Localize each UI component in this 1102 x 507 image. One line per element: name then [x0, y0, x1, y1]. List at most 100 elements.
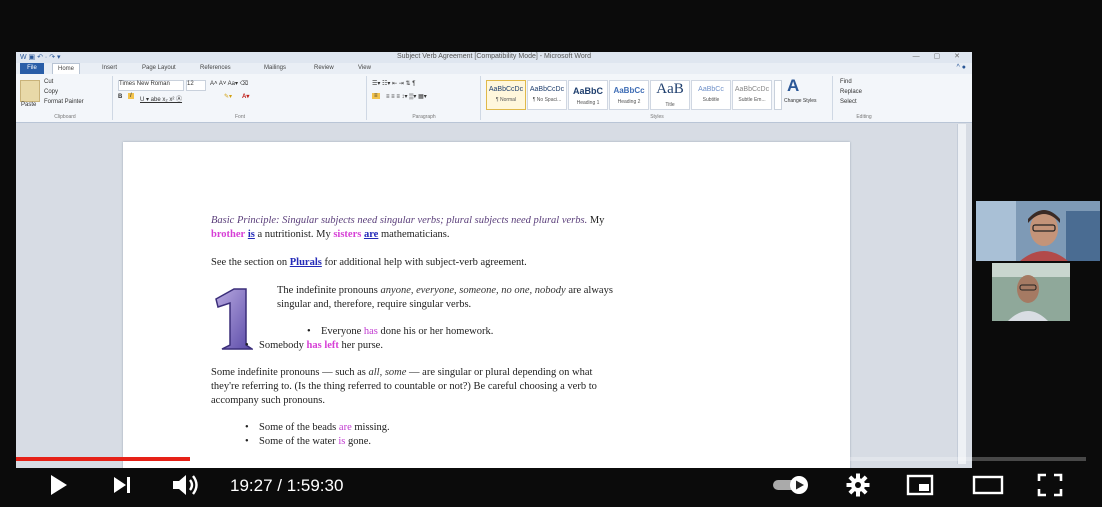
miniplayer-button[interactable] — [900, 470, 940, 500]
doc-text: — are singular or plural depending on wh… — [406, 367, 593, 378]
tab-view[interactable]: View — [358, 65, 371, 71]
underline-icon[interactable]: U ▾ abe x₂ x² Ⓐ — [140, 94, 182, 103]
autoplay-toggle[interactable] — [766, 470, 816, 500]
change-styles-button[interactable]: Change Styles — [784, 98, 817, 104]
style-no-spacing[interactable]: AaBbCcDc ¶ No Spaci... — [527, 80, 567, 110]
list-item: Some of the water is gone. — [245, 435, 371, 449]
doc-text: her purse. — [338, 340, 383, 351]
gear-icon — [846, 473, 870, 497]
tab-review[interactable]: Review — [314, 65, 334, 71]
highlight-icon[interactable]: ✎▾ — [224, 93, 232, 100]
find-button[interactable]: Find — [840, 79, 852, 85]
paragraph-group: ☰▾ ☷▾ ⇤ ⇥ ⇅ ¶ ≡ ≡ ≡ ≡ ↕▾ ▒▾ ▦▾ Paragraph — [368, 76, 481, 120]
settings-button[interactable] — [838, 470, 878, 500]
list-icons[interactable]: ☰▾ ☷▾ ⇤ ⇥ ⇅ ¶ — [372, 80, 415, 87]
cut-button[interactable]: Cut — [44, 79, 53, 85]
word-sisters: sisters — [333, 229, 362, 240]
format-painter-button[interactable]: Format Painter — [44, 99, 84, 105]
play-icon — [51, 475, 67, 495]
tab-insert[interactable]: Insert — [102, 65, 117, 71]
list-item: Somebody has left her purse. — [245, 339, 383, 353]
bold-icon[interactable]: B — [118, 94, 122, 100]
doc-text: for additional help with subject-verb ag… — [321, 257, 527, 268]
word-window: W ▣ ↶ · ↷ ▾ Subject Verb Agreement [Comp… — [16, 52, 972, 468]
paste-button[interactable]: Paste — [21, 102, 36, 108]
tab-home[interactable]: Home — [52, 63, 81, 74]
word-are: are — [363, 229, 379, 240]
tab-file[interactable]: File — [20, 63, 44, 74]
font-label: Font — [234, 114, 245, 120]
play-button[interactable] — [40, 470, 76, 500]
volume-button[interactable] — [166, 470, 206, 500]
ribbon: Paste Cut Copy Format Painter Clipboard … — [16, 74, 972, 123]
italic-icon[interactable]: I — [128, 93, 134, 99]
fullscreen-button[interactable] — [1030, 470, 1070, 500]
style-normal[interactable]: AaBbCcDc ¶ Normal — [486, 80, 526, 110]
copy-button[interactable]: Copy — [44, 89, 58, 95]
theater-mode-button[interactable] — [966, 470, 1010, 500]
word-titlebar: W ▣ ↶ · ↷ ▾ Subject Verb Agreement [Comp… — [16, 52, 972, 63]
style-heading-1[interactable]: AaBbC Heading 1 — [568, 80, 608, 110]
video-player[interactable]: W ▣ ↶ · ↷ ▾ Subject Verb Agreement [Comp… — [0, 0, 1102, 507]
indefinite-line-2: singular and, therefore, require singula… — [277, 299, 472, 310]
list-item: Some of the beads are missing. — [245, 421, 390, 435]
next-button[interactable] — [104, 470, 140, 500]
fullscreen-icon — [1037, 473, 1063, 497]
presenter-video — [976, 201, 1100, 261]
doc-text: Some of the water — [259, 436, 339, 447]
doc-text: gone. — [345, 436, 371, 447]
grow-shrink-icon[interactable]: A˄ A˅ Aa▾ ⌫ — [210, 80, 248, 87]
time-display: 19:27 / 1:59:30 — [230, 476, 344, 495]
vertical-scrollbar[interactable] — [957, 124, 966, 464]
some-pronouns-line-3: accompany such pronouns. — [211, 395, 326, 406]
align-left-icon[interactable]: ≡ — [372, 93, 380, 99]
styles-scroll[interactable] — [774, 80, 782, 110]
font-name-select[interactable]: Times New Roman — [118, 80, 184, 91]
style-title[interactable]: AaB Title — [650, 80, 690, 110]
tab-mailings[interactable]: Mailings — [264, 65, 286, 71]
doc-text: done his or her homework. — [377, 326, 494, 337]
help-icon[interactable]: ^ ● — [957, 64, 966, 71]
window-title: Subject Verb Agreement [Compatibility Mo… — [396, 53, 591, 60]
tab-page-layout[interactable]: Page Layout — [142, 65, 176, 71]
plurals-link[interactable]: Plurals — [290, 257, 322, 268]
some-pronouns-line-1: Some indefinite pronouns — such as all, … — [211, 366, 592, 380]
change-styles-icon[interactable]: A — [787, 76, 799, 96]
replace-button[interactable]: Replace — [840, 89, 862, 95]
editing-group: Find Replace Select Editing — [834, 76, 894, 120]
doc-text: are always — [565, 285, 613, 296]
doc-text: Somebody — [259, 340, 307, 351]
document-page[interactable]: Basic Principle: Singular subjects need … — [123, 142, 850, 468]
font-color-icon[interactable]: A▾ — [242, 93, 249, 100]
doc-text: missing. — [351, 422, 390, 433]
word-brother: brother — [211, 229, 246, 240]
doc-text: Some indefinite pronouns — such as — [211, 367, 369, 378]
font-size-select[interactable]: 12 — [186, 80, 206, 91]
tab-references[interactable]: References — [200, 65, 231, 71]
style-heading-2[interactable]: AaBbCc Heading 2 — [609, 80, 649, 110]
progress-bar[interactable] — [16, 457, 1086, 461]
basic-principle-text: Basic Principle: Singular subjects need … — [211, 215, 588, 226]
theater-icon — [972, 475, 1004, 495]
word-has-left: has left — [306, 340, 339, 351]
word-has: has — [363, 326, 378, 337]
doc-text: a nutritionist. My — [254, 229, 334, 240]
doc-text: Some of the beads — [259, 422, 339, 433]
font-group: Times New Roman 12 A˄ A˅ Aa▾ ⌫ B I U ▾ a… — [114, 76, 367, 120]
see-section-line: See the section on Plurals for additiona… — [211, 256, 527, 270]
miniplayer-icon — [906, 474, 934, 496]
window-controls[interactable]: — ▢ ✕ — [913, 52, 966, 60]
align-icons[interactable]: ≡ ≡ ≡ ↕▾ ▒▾ ▦▾ — [386, 93, 427, 100]
style-subtitle[interactable]: AaBbCc Subtitle — [691, 80, 731, 110]
list-item: Everyone has done his or her homework. — [307, 325, 494, 339]
select-button[interactable]: Select — [840, 99, 857, 105]
some-pronoun-list: all, some — [368, 367, 407, 378]
volume-icon — [173, 475, 198, 495]
paste-icon[interactable] — [20, 80, 40, 102]
played-bar — [16, 457, 191, 461]
clipboard-label: Clipboard — [54, 114, 76, 120]
brother-line: brother is a nutritionist. My sisters ar… — [211, 228, 450, 242]
doc-text: Everyone — [321, 326, 364, 337]
autoplay-icon — [773, 476, 808, 494]
style-subtle-emphasis[interactable]: AaBbCcDc Subtle Em... — [732, 80, 772, 110]
